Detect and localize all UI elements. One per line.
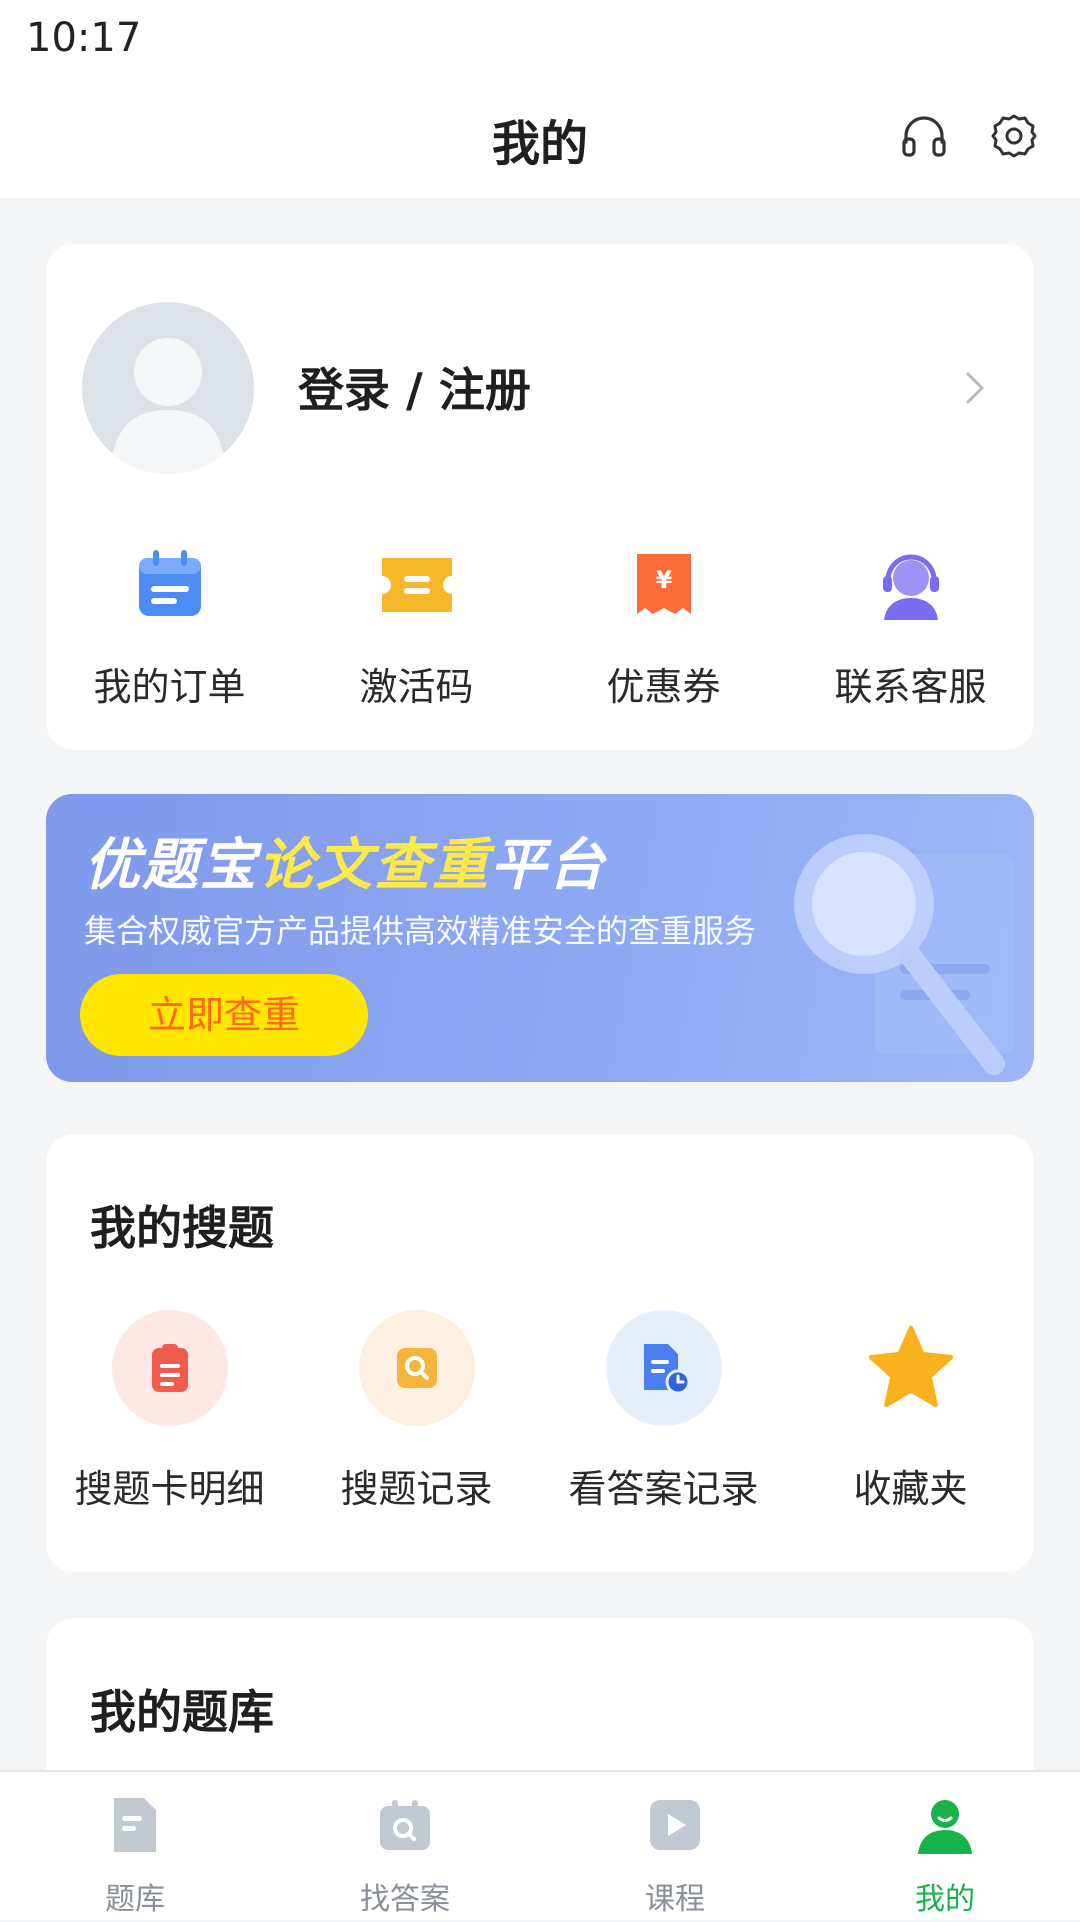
banner-title-highlight: 论文查重 — [258, 833, 490, 898]
search-history-item[interactable]: 搜题记录 — [293, 1310, 540, 1530]
section-title-my-search: 我的搜题 — [90, 1201, 274, 1255]
icon-circle — [852, 1310, 969, 1426]
favorites-item[interactable]: 收藏夹 — [787, 1310, 1034, 1530]
document-clock-icon — [643, 1344, 690, 1395]
nav-tab-mine[interactable]: 我的 — [810, 1772, 1080, 1922]
icon-circle — [605, 1310, 722, 1426]
coupon-icon: ¥ — [636, 554, 691, 614]
my-question-bank-card: 我的题库 — [46, 1618, 1034, 1770]
banner-title-part1: 优题宝 — [84, 833, 258, 898]
quick-actions: 我的订单 激活码 ¥ 优惠券 联系客服 — [46, 540, 1034, 720]
quick-action-label: 我的订单 — [93, 665, 246, 709]
nav-label: 我的 — [915, 1882, 975, 1917]
quick-action-customer-service[interactable]: 联系客服 — [787, 540, 1034, 720]
top-bar: 我的 — [0, 76, 1080, 198]
quick-action-coupons[interactable]: ¥ 优惠券 — [540, 540, 787, 720]
quick-action-orders[interactable]: 我的订单 — [46, 540, 293, 720]
grid-item-label: 看答案记录 — [568, 1467, 759, 1511]
grid-item-label: 搜题卡明细 — [74, 1467, 265, 1511]
answer-history-item[interactable]: 看答案记录 — [540, 1310, 787, 1530]
nav-tab-courses[interactable]: 课程 — [540, 1772, 810, 1922]
quick-action-activation-code[interactable]: 激活码 — [293, 540, 540, 720]
user-icon — [918, 1800, 972, 1854]
clipboard-icon — [151, 1344, 188, 1392]
nav-label: 课程 — [645, 1882, 705, 1917]
user-placeholder-icon — [110, 338, 226, 474]
status-time: 10:17 — [26, 15, 142, 61]
nav-tab-find-answers[interactable]: 找答案 — [270, 1772, 540, 1922]
ticket-icon — [381, 558, 452, 612]
headset-icon[interactable] — [898, 110, 950, 162]
bottom-nav: 题库 找答案 课程 我的 — [0, 1770, 1080, 1920]
nav-label: 找答案 — [360, 1882, 450, 1917]
play-icon — [650, 1800, 700, 1850]
plagiarism-check-banner[interactable]: 优题宝论文查重平台 集合权威官方产品提供高效精准安全的查重服务 立即查重 — [46, 794, 1034, 1082]
svg-text:¥: ¥ — [655, 566, 672, 594]
document-icon — [114, 1798, 156, 1852]
gear-icon[interactable] — [988, 110, 1040, 162]
quick-action-label: 激活码 — [359, 665, 474, 709]
profile-card: 登录 / 注册 我的订单 激活码 ¥ 优惠券 联系客服 — [46, 244, 1034, 750]
quick-action-label: 联系客服 — [834, 665, 987, 709]
icon-circle — [358, 1310, 475, 1426]
search-icon — [396, 1348, 437, 1388]
status-bar: 10:17 — [0, 0, 1080, 76]
icon-circle — [111, 1310, 228, 1426]
avatar[interactable] — [82, 302, 254, 474]
service-agent-icon — [882, 554, 939, 620]
scroll-content[interactable]: 登录 / 注册 我的订单 激活码 ¥ 优惠券 联系客服 优题宝论文查重平台 集合… — [0, 198, 1080, 1770]
login-register-link[interactable]: 登录 / 注册 — [298, 354, 531, 420]
grid-item-label: 收藏夹 — [853, 1467, 968, 1511]
calendar-icon — [138, 550, 201, 616]
banner-title-part2: 平台 — [490, 833, 606, 898]
my-search-card: 我的搜题 搜题卡明细 搜题记录 看答案记录 收藏夹 — [46, 1134, 1034, 1572]
banner-title: 优题宝论文查重平台 — [84, 820, 606, 901]
chevron-right-icon[interactable] — [960, 368, 990, 408]
banner-subtitle: 集合权威官方产品提供高效精准安全的查重服务 — [84, 912, 757, 950]
search-card-details-item[interactable]: 搜题卡明细 — [46, 1310, 293, 1530]
section-title-my-bank: 我的题库 — [90, 1685, 274, 1739]
camera-search-icon — [380, 1800, 430, 1850]
my-search-grid: 搜题卡明细 搜题记录 看答案记录 收藏夹 — [46, 1310, 1034, 1530]
nav-tab-question-bank[interactable]: 题库 — [0, 1772, 270, 1922]
grid-item-label: 搜题记录 — [340, 1467, 493, 1511]
nav-label: 题库 — [105, 1882, 165, 1917]
check-now-button[interactable]: 立即查重 — [80, 974, 368, 1056]
quick-action-label: 优惠券 — [606, 665, 721, 709]
star-icon — [868, 1325, 953, 1408]
